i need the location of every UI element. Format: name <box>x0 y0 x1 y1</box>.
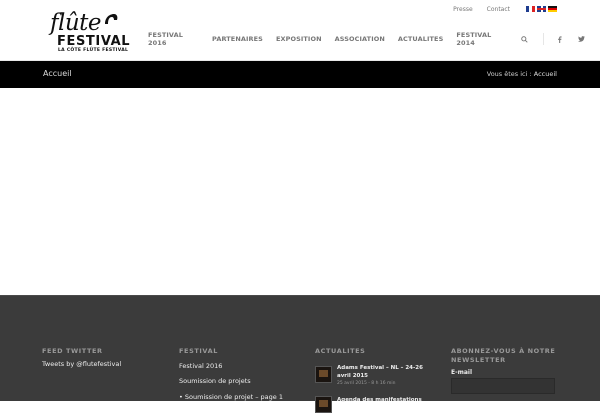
footer-twitter-title: FEED TWITTER <box>42 347 103 355</box>
nav-item-actualites[interactable]: ACTUALITES <box>398 35 443 43</box>
logo-script-text: flûte <box>50 10 102 36</box>
top-link-contact[interactable]: Contact <box>487 6 510 13</box>
nav-item-association[interactable]: ASSOCIATION <box>335 35 385 43</box>
search-icon[interactable] <box>520 35 528 44</box>
language-flags <box>524 6 557 12</box>
news-title[interactable]: Agenda des manifestations <box>337 396 427 404</box>
flag-en-icon[interactable] <box>537 6 546 12</box>
breadcrumb-prefix: Vous êtes ici : <box>486 70 532 78</box>
news-thumbnail[interactable] <box>315 396 332 413</box>
logo-tagline: LA CÔTE FLÛTE FESTIVAL <box>58 48 129 53</box>
nav-divider <box>542 33 544 45</box>
logo-flute-icon <box>105 14 118 24</box>
twitter-icon[interactable] <box>578 35 586 44</box>
footer-link-soumission[interactable]: Soumission de projets <box>179 377 251 385</box>
footer-newsletter-title: ABONNEZ-VOUS À NOTRE NEWSLETTER <box>451 347 556 364</box>
main-nav: FESTIVAL 2016 PARTENAIRES EXPOSITION ASS… <box>148 31 600 47</box>
main-content <box>0 88 600 295</box>
twitter-feed-link[interactable]: Tweets by @flutefestival <box>42 360 121 368</box>
flag-fr-icon[interactable] <box>526 6 535 12</box>
nav-item-partenaires[interactable]: PARTENAIRES <box>212 35 263 43</box>
site-logo[interactable]: flûte FESTIVAL LA CÔTE FLÛTE FESTIVAL <box>44 10 130 56</box>
footer-actualites-title: ACTUALITES <box>315 347 366 355</box>
breadcrumb-current[interactable]: Accueil <box>534 70 557 78</box>
news-thumbnail[interactable] <box>315 366 332 383</box>
nav-item-exposition[interactable]: EXPOSITION <box>276 35 322 43</box>
nav-item-festival-2014[interactable]: FESTIVAL 2014 <box>456 31 507 47</box>
site-header: flûte FESTIVAL LA CÔTE FLÛTE FESTIVAL Pr… <box>0 0 600 61</box>
footer-festival-title: FESTIVAL <box>179 347 218 355</box>
email-label: E-mail <box>451 369 473 376</box>
site-footer: FEED TWITTER Tweets by @flutefestival FE… <box>0 295 600 413</box>
news-title[interactable]: Adams Festival – NL – 24-26 avril 2015 <box>337 364 427 380</box>
breadcrumb: Vous êtes ici : Accueil <box>487 70 557 78</box>
facebook-icon[interactable] <box>556 35 564 44</box>
nav-item-festival-2016[interactable]: FESTIVAL 2016 <box>148 31 199 47</box>
flag-de-icon[interactable] <box>548 6 557 12</box>
news-date: 25 avril 2015 - 8 h 16 min <box>337 381 396 386</box>
footer-link-festival-2016[interactable]: Festival 2016 <box>179 362 222 370</box>
top-link-presse[interactable]: Presse <box>453 6 472 13</box>
page-title: Accueil <box>43 69 72 78</box>
newsletter-email-input[interactable] <box>451 378 555 394</box>
top-bar: Presse Contact <box>439 4 557 14</box>
title-bar: Accueil Vous êtes ici : Accueil <box>0 61 600 88</box>
logo-name: FESTIVAL <box>57 34 131 49</box>
